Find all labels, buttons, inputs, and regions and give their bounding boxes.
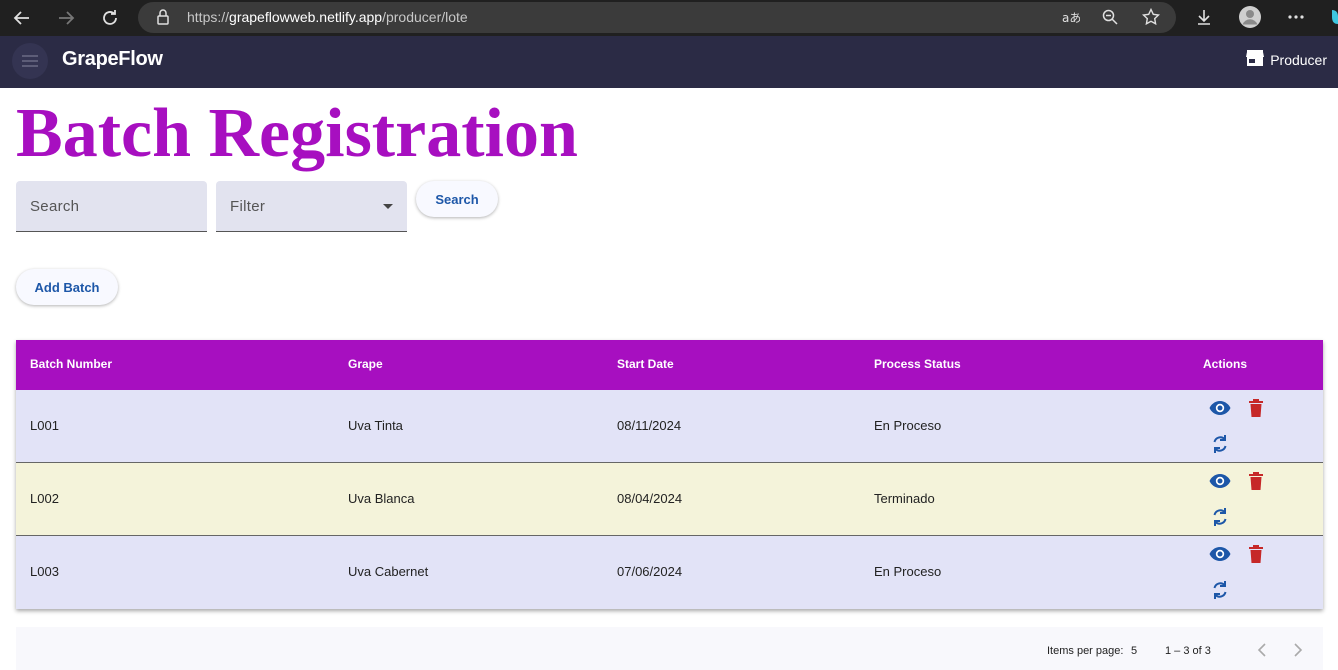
delete-trash-icon[interactable] <box>1244 396 1268 420</box>
producer-label: Producer <box>1270 51 1327 68</box>
more-options-icon[interactable] <box>1285 6 1307 28</box>
bookmark-star-icon[interactable] <box>1140 6 1162 28</box>
cell-batch: L001 <box>30 418 59 433</box>
header-grape: Grape <box>348 357 383 371</box>
paginator: Items per page: 5 1 – 3 of 3 <box>16 627 1323 670</box>
search-input[interactable] <box>16 181 207 231</box>
table-header: Batch Number Grape Start Date Process St… <box>16 340 1323 390</box>
brand-title[interactable]: GrapeFlow <box>62 48 163 71</box>
cell-status: En Proceso <box>874 418 942 433</box>
next-page-chevron-icon[interactable] <box>1288 640 1308 660</box>
view-eye-icon[interactable] <box>1208 396 1232 420</box>
producer-link[interactable]: Producer <box>1246 50 1327 69</box>
forward-icon[interactable] <box>54 6 78 30</box>
cell-grape: Uva Cabernet <box>348 564 429 579</box>
table-row: L001 Uva Tinta 08/11/2024 En Proceso <box>16 390 1323 463</box>
cell-status: En Proceso <box>874 564 942 579</box>
header-batch-number: Batch Number <box>30 357 113 371</box>
header-start-date: Start Date <box>617 357 674 371</box>
filter-label: Filter <box>230 198 266 215</box>
page-range: 1 – 3 of 3 <box>1165 645 1211 657</box>
cell-grape: Uva Blanca <box>348 491 415 506</box>
cell-start-date: 07/06/2024 <box>617 564 683 579</box>
address-bar[interactable]: https://grapeflowweb.netlify.app/produce… <box>138 2 1176 33</box>
app-toolbar: GrapeFlow Producer <box>0 36 1338 88</box>
delete-trash-icon[interactable] <box>1244 542 1268 566</box>
store-icon <box>1246 50 1265 69</box>
back-icon[interactable] <box>10 6 34 30</box>
browser-toolbar: https://grapeflowweb.netlify.app/produce… <box>0 0 1338 36</box>
update-status-refresh-icon[interactable] <box>1208 432 1232 456</box>
translate-icon[interactable]: aあ <box>1060 6 1082 28</box>
filter-select[interactable]: Filter <box>216 181 407 232</box>
cell-start-date: 08/04/2024 <box>617 491 683 506</box>
table-row: L002 Uva Blanca 08/04/2024 Terminado <box>16 463 1323 536</box>
svg-text:aあ: aあ <box>1062 11 1080 24</box>
delete-trash-icon[interactable] <box>1244 469 1268 493</box>
add-batch-button[interactable]: Add Batch <box>16 269 118 305</box>
copilot-icon[interactable] <box>1326 6 1338 28</box>
search-button[interactable]: Search <box>416 181 498 217</box>
table-row: L003 Uva Cabernet 07/06/2024 En Proceso <box>16 536 1323 609</box>
view-eye-icon[interactable] <box>1208 542 1232 566</box>
cell-batch: L003 <box>30 564 59 579</box>
cell-grape: Uva Tinta <box>348 418 403 433</box>
previous-page-chevron-icon[interactable] <box>1252 640 1272 660</box>
reload-icon[interactable] <box>98 6 122 30</box>
cell-status: Terminado <box>874 491 935 506</box>
header-process-status: Process Status <box>874 357 961 371</box>
cell-batch: L002 <box>30 491 59 506</box>
header-actions: Actions <box>1203 357 1248 371</box>
search-field[interactable] <box>16 181 207 232</box>
items-per-page-select[interactable]: 5 <box>1131 645 1137 657</box>
cell-start-date: 08/11/2024 <box>617 418 682 433</box>
url-text: https://grapeflowweb.netlify.app/produce… <box>187 9 468 25</box>
batch-table: Batch Number Grape Start Date Process St… <box>16 340 1323 609</box>
dropdown-arrow-icon <box>383 204 393 209</box>
download-icon[interactable] <box>1193 6 1215 28</box>
page-title: Batch Registration <box>16 95 578 172</box>
profile-avatar-icon[interactable] <box>1238 5 1262 29</box>
view-eye-icon[interactable] <box>1208 469 1232 493</box>
menu-icon[interactable] <box>12 43 48 79</box>
lock-icon[interactable] <box>152 6 174 28</box>
update-status-refresh-icon[interactable] <box>1208 505 1232 529</box>
update-status-refresh-icon[interactable] <box>1208 578 1232 602</box>
zoom-icon[interactable] <box>1099 6 1121 28</box>
items-per-page-label: Items per page: <box>1047 645 1124 657</box>
